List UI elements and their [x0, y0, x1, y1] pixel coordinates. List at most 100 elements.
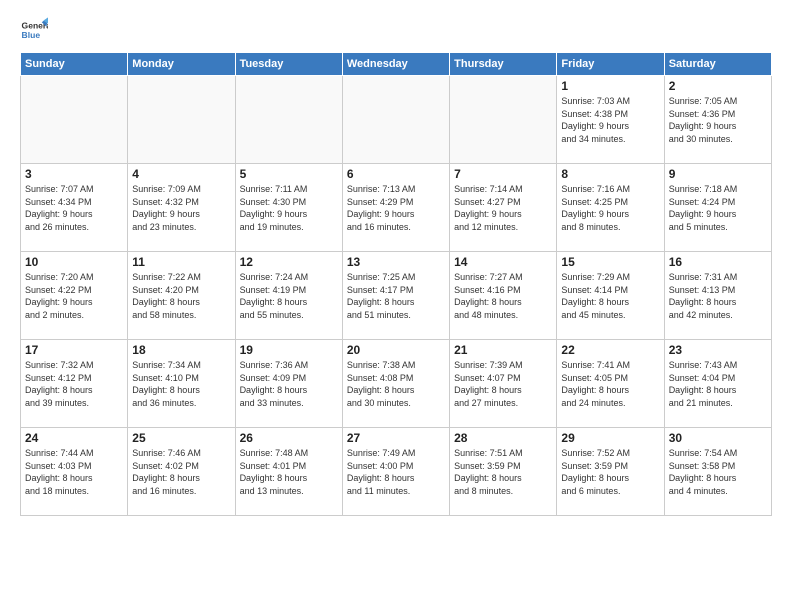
calendar-cell: 27 Sunrise: 7:49 AM Sunset: 4:00 PM Dayli… [342, 428, 449, 516]
calendar-cell: 14 Sunrise: 7:27 AM Sunset: 4:16 PM Dayli… [450, 252, 557, 340]
calendar-week-row: 24Sunrise: 7:44 AM Sunset: 4:03 PM Dayli… [21, 428, 772, 516]
calendar-cell: 5 Sunrise: 7:11 AM Sunset: 4:30 PM Daylig… [235, 164, 342, 252]
day-number: 26 [240, 431, 338, 445]
day-info: Sunrise: 7:27 AM Sunset: 4:16 PM Dayligh… [454, 271, 552, 321]
day-info: Sunrise: 7:09 AM Sunset: 4:32 PM Dayligh… [132, 183, 230, 233]
calendar-cell: 13 Sunrise: 7:25 AM Sunset: 4:17 PM Dayli… [342, 252, 449, 340]
calendar-week-row: 10 Sunrise: 7:20 AM Sunset: 4:22 PM Dayli… [21, 252, 772, 340]
day-number: 25 [132, 431, 230, 445]
calendar-cell: 6 Sunrise: 7:13 AM Sunset: 4:29 PM Daylig… [342, 164, 449, 252]
day-number: 18 [132, 343, 230, 357]
calendar-cell: 15 Sunrise: 7:29 AM Sunset: 4:14 PM Dayli… [557, 252, 664, 340]
day-info: Sunrise: 7:52 AM Sunset: 3:59 PM Dayligh… [561, 447, 659, 497]
calendar-cell: 1Sunrise: 7:03 AM Sunset: 4:38 PM Daylig… [557, 76, 664, 164]
calendar-cell: 21 Sunrise: 7:39 AM Sunset: 4:07 PM Dayli… [450, 340, 557, 428]
day-number: 23 [669, 343, 767, 357]
day-info: Sunrise: 7:14 AM Sunset: 4:27 PM Dayligh… [454, 183, 552, 233]
weekday-header: Monday [128, 53, 235, 76]
day-number: 5 [240, 167, 338, 181]
calendar-cell: 23 Sunrise: 7:43 AM Sunset: 4:04 PM Dayli… [664, 340, 771, 428]
calendar-header-row: SundayMondayTuesdayWednesdayThursdayFrid… [21, 53, 772, 76]
calendar-cell [128, 76, 235, 164]
calendar-cell [235, 76, 342, 164]
calendar-cell [342, 76, 449, 164]
calendar-cell: 10 Sunrise: 7:20 AM Sunset: 4:22 PM Dayli… [21, 252, 128, 340]
calendar-cell: 11 Sunrise: 7:22 AM Sunset: 4:20 PM Dayli… [128, 252, 235, 340]
day-number: 29 [561, 431, 659, 445]
calendar-cell: 26 Sunrise: 7:48 AM Sunset: 4:01 PM Dayli… [235, 428, 342, 516]
day-info: Sunrise: 7:36 AM Sunset: 4:09 PM Dayligh… [240, 359, 338, 409]
day-info: Sunrise: 7:22 AM Sunset: 4:20 PM Dayligh… [132, 271, 230, 321]
day-number: 24 [25, 431, 123, 445]
day-info: Sunrise: 7:48 AM Sunset: 4:01 PM Dayligh… [240, 447, 338, 497]
day-info: Sunrise: 7:34 AM Sunset: 4:10 PM Dayligh… [132, 359, 230, 409]
day-number: 19 [240, 343, 338, 357]
calendar-week-row: 1Sunrise: 7:03 AM Sunset: 4:38 PM Daylig… [21, 76, 772, 164]
day-number: 9 [669, 167, 767, 181]
weekday-header: Wednesday [342, 53, 449, 76]
day-number: 11 [132, 255, 230, 269]
day-info: Sunrise: 7:38 AM Sunset: 4:08 PM Dayligh… [347, 359, 445, 409]
calendar-cell [450, 76, 557, 164]
day-number: 28 [454, 431, 552, 445]
logo-icon: General Blue [20, 16, 48, 44]
calendar-cell: 16 Sunrise: 7:31 AM Sunset: 4:13 PM Dayli… [664, 252, 771, 340]
day-info: Sunrise: 7:43 AM Sunset: 4:04 PM Dayligh… [669, 359, 767, 409]
day-info: Sunrise: 7:11 AM Sunset: 4:30 PM Dayligh… [240, 183, 338, 233]
day-number: 8 [561, 167, 659, 181]
day-number: 14 [454, 255, 552, 269]
day-info: Sunrise: 7:20 AM Sunset: 4:22 PM Dayligh… [25, 271, 123, 321]
day-number: 2 [669, 79, 767, 93]
weekday-header: Tuesday [235, 53, 342, 76]
day-number: 13 [347, 255, 445, 269]
calendar-cell: 25 Sunrise: 7:46 AM Sunset: 4:02 PM Dayli… [128, 428, 235, 516]
day-number: 15 [561, 255, 659, 269]
day-number: 16 [669, 255, 767, 269]
weekday-header: Thursday [450, 53, 557, 76]
day-info: Sunrise: 7:03 AM Sunset: 4:38 PM Dayligh… [561, 95, 659, 145]
day-info: Sunrise: 7:41 AM Sunset: 4:05 PM Dayligh… [561, 359, 659, 409]
day-number: 3 [25, 167, 123, 181]
day-number: 27 [347, 431, 445, 445]
day-info: Sunrise: 7:24 AM Sunset: 4:19 PM Dayligh… [240, 271, 338, 321]
calendar-cell: 8 Sunrise: 7:16 AM Sunset: 4:25 PM Daylig… [557, 164, 664, 252]
logo: General Blue [20, 16, 48, 44]
calendar-cell: 2Sunrise: 7:05 AM Sunset: 4:36 PM Daylig… [664, 76, 771, 164]
day-info: Sunrise: 7:39 AM Sunset: 4:07 PM Dayligh… [454, 359, 552, 409]
day-info: Sunrise: 7:18 AM Sunset: 4:24 PM Dayligh… [669, 183, 767, 233]
day-number: 21 [454, 343, 552, 357]
day-number: 22 [561, 343, 659, 357]
day-info: Sunrise: 7:16 AM Sunset: 4:25 PM Dayligh… [561, 183, 659, 233]
weekday-header: Saturday [664, 53, 771, 76]
day-number: 7 [454, 167, 552, 181]
day-info: Sunrise: 7:54 AM Sunset: 3:58 PM Dayligh… [669, 447, 767, 497]
weekday-header: Sunday [21, 53, 128, 76]
calendar-cell: 28 Sunrise: 7:51 AM Sunset: 3:59 PM Dayli… [450, 428, 557, 516]
calendar-cell: 22 Sunrise: 7:41 AM Sunset: 4:05 PM Dayli… [557, 340, 664, 428]
calendar-cell: 17Sunrise: 7:32 AM Sunset: 4:12 PM Dayli… [21, 340, 128, 428]
calendar-week-row: 17Sunrise: 7:32 AM Sunset: 4:12 PM Dayli… [21, 340, 772, 428]
page-header: General Blue [20, 16, 772, 44]
calendar-cell [21, 76, 128, 164]
day-info: Sunrise: 7:46 AM Sunset: 4:02 PM Dayligh… [132, 447, 230, 497]
day-info: Sunrise: 7:13 AM Sunset: 4:29 PM Dayligh… [347, 183, 445, 233]
calendar-cell: 24Sunrise: 7:44 AM Sunset: 4:03 PM Dayli… [21, 428, 128, 516]
day-number: 6 [347, 167, 445, 181]
day-info: Sunrise: 7:51 AM Sunset: 3:59 PM Dayligh… [454, 447, 552, 497]
day-info: Sunrise: 7:31 AM Sunset: 4:13 PM Dayligh… [669, 271, 767, 321]
day-info: Sunrise: 7:49 AM Sunset: 4:00 PM Dayligh… [347, 447, 445, 497]
day-info: Sunrise: 7:07 AM Sunset: 4:34 PM Dayligh… [25, 183, 123, 233]
day-number: 20 [347, 343, 445, 357]
day-info: Sunrise: 7:25 AM Sunset: 4:17 PM Dayligh… [347, 271, 445, 321]
calendar-cell: 3 Sunrise: 7:07 AM Sunset: 4:34 PM Daylig… [21, 164, 128, 252]
calendar-cell: 7 Sunrise: 7:14 AM Sunset: 4:27 PM Daylig… [450, 164, 557, 252]
svg-text:Blue: Blue [22, 30, 41, 40]
day-number: 10 [25, 255, 123, 269]
day-number: 12 [240, 255, 338, 269]
day-number: 4 [132, 167, 230, 181]
calendar-cell: 9 Sunrise: 7:18 AM Sunset: 4:24 PM Daylig… [664, 164, 771, 252]
calendar-cell: 20 Sunrise: 7:38 AM Sunset: 4:08 PM Dayli… [342, 340, 449, 428]
weekday-header: Friday [557, 53, 664, 76]
day-number: 17 [25, 343, 123, 357]
day-info: Sunrise: 7:29 AM Sunset: 4:14 PM Dayligh… [561, 271, 659, 321]
